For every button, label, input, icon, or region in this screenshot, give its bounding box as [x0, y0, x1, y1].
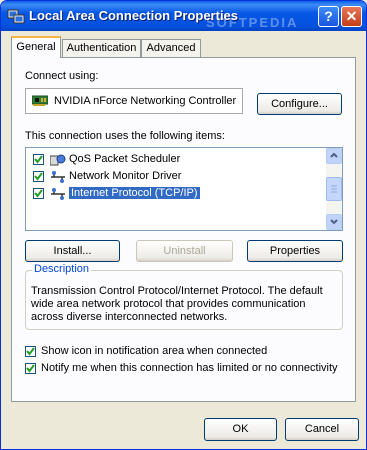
watermark: SOFTPEDIA	[206, 15, 299, 30]
scroll-down-button[interactable]	[326, 214, 342, 230]
list-scrollbar[interactable]	[326, 148, 342, 230]
close-button[interactable]: ✕	[341, 6, 362, 27]
title-bar[interactable]: Local Area Connection Properties SOFTPED…	[1, 1, 366, 31]
show-icon-label: Show icon in notification area when conn…	[41, 345, 268, 357]
scroll-thumb[interactable]	[326, 177, 342, 201]
checkmark-icon	[34, 155, 43, 164]
description-label: Description	[32, 263, 92, 275]
network-monitor-label: Network Monitor Driver	[69, 170, 182, 182]
connect-using-label: Connect using:	[25, 70, 99, 82]
ok-button[interactable]: OK	[204, 418, 277, 441]
network-card-icon	[32, 95, 48, 106]
checkmark-icon	[34, 172, 43, 181]
network-protocol-icon	[51, 188, 65, 200]
description-group: Description Transmission Control Protoco…	[25, 263, 343, 330]
checkmark-icon	[26, 347, 35, 356]
list-item-network-monitor[interactable]: Network Monitor Driver	[26, 168, 324, 185]
tab-general[interactable]: General	[11, 36, 61, 58]
tab-authentication[interactable]: Authentication	[62, 39, 141, 58]
adapter-name: NVIDIA nForce Networking Controller	[54, 95, 237, 107]
notify-option[interactable]: Notify me when this connection has limit…	[25, 362, 345, 376]
general-tab-panel: Connect using: NVIDIA nForce Networking …	[11, 57, 356, 402]
install-button[interactable]: Install...	[25, 240, 120, 262]
notify-label: Notify me when this connection has limit…	[41, 362, 338, 374]
chevron-up-icon	[330, 152, 338, 158]
uninstall-button[interactable]: Uninstall	[136, 240, 233, 262]
checkmark-icon	[34, 189, 43, 198]
components-list[interactable]: QoS Packet Scheduler Network Monitor Dri…	[25, 147, 343, 231]
list-item-qos[interactable]: QoS Packet Scheduler	[26, 151, 324, 168]
configure-button[interactable]: Configure...	[257, 93, 342, 115]
chevron-down-icon	[330, 219, 338, 225]
qos-scheduler-icon	[50, 154, 66, 166]
notify-checkbox[interactable]	[25, 363, 36, 374]
tcpip-checkbox[interactable]	[33, 188, 44, 199]
grip-icon	[331, 185, 337, 193]
items-label: This connection uses the following items…	[25, 130, 225, 142]
show-icon-option[interactable]: Show icon in notification area when conn…	[25, 345, 345, 359]
cancel-button[interactable]: Cancel	[285, 418, 359, 441]
properties-window: Local Area Connection Properties SOFTPED…	[0, 0, 367, 450]
tcpip-label: Internet Protocol (TCP/IP)	[68, 186, 201, 200]
qos-label: QoS Packet Scheduler	[69, 153, 181, 165]
checkmark-icon	[26, 364, 35, 373]
properties-button[interactable]: Properties	[247, 240, 343, 262]
qos-checkbox[interactable]	[33, 154, 44, 165]
scroll-up-button[interactable]	[326, 148, 342, 164]
network-monitor-checkbox[interactable]	[33, 171, 44, 182]
network-protocol-icon	[51, 171, 65, 183]
help-button[interactable]: ?	[318, 6, 339, 27]
description-text: Transmission Control Protocol/Internet P…	[31, 285, 323, 323]
list-item-tcpip[interactable]: Internet Protocol (TCP/IP)	[26, 185, 324, 202]
network-connection-icon	[7, 9, 25, 24]
tab-advanced[interactable]: Advanced	[141, 39, 201, 58]
show-icon-checkbox[interactable]	[25, 346, 36, 357]
adapter-field: NVIDIA nForce Networking Controller	[25, 88, 243, 114]
